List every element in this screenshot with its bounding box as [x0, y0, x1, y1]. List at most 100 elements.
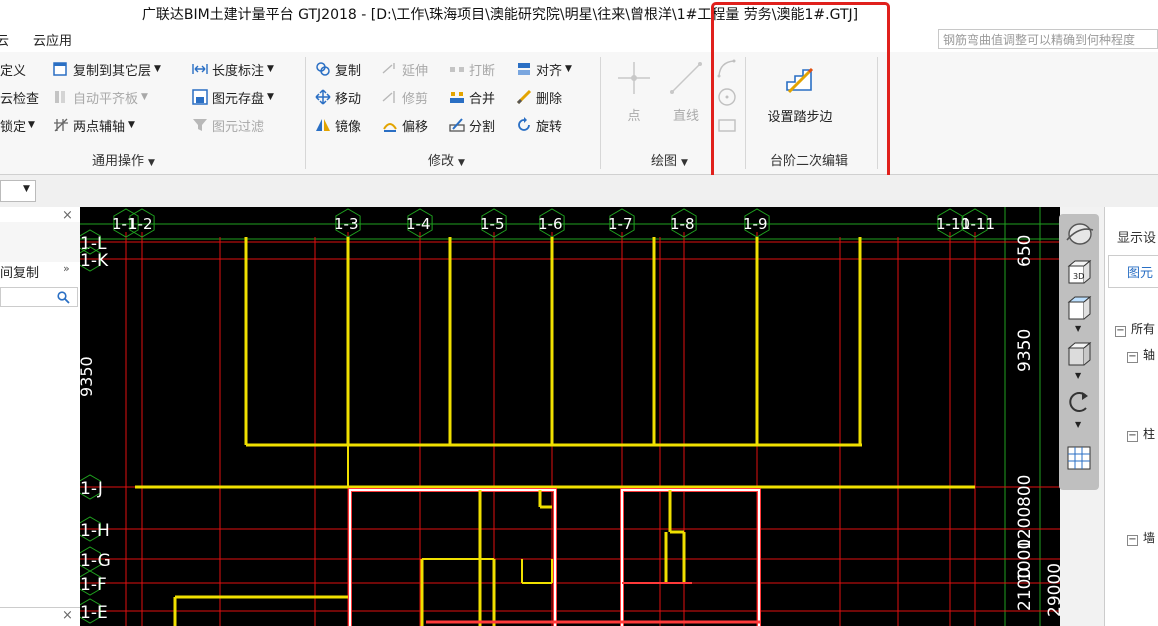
collapse-icon[interactable]: − — [1127, 431, 1138, 442]
property-toolbar — [0, 175, 1158, 207]
delete-button[interactable]: 删除 — [516, 86, 588, 108]
length-icon — [192, 64, 208, 74]
tab-divider — [1108, 287, 1158, 288]
3d-label: 3D — [1073, 272, 1084, 281]
group-dropdown-icon[interactable]: ▼ — [681, 158, 688, 168]
extend-button[interactable]: 延伸 — [382, 58, 449, 80]
dropdown-arrow-icon[interactable]: ▼ — [1075, 324, 1081, 333]
dimension-text: 2100 — [1015, 568, 1035, 611]
trim-button[interactable]: 修剪 — [382, 86, 449, 108]
expand-icon[interactable]: » — [63, 262, 70, 275]
axis-label: 1-3 — [334, 215, 359, 233]
search-input[interactable]: 钢筋弯曲值调整可以精确到何种程度 — [938, 29, 1158, 49]
collapse-icon[interactable]: − — [1127, 535, 1138, 546]
collapse-icon[interactable]: − — [1127, 352, 1138, 363]
floor-select[interactable]: ▼ — [0, 180, 36, 202]
axis-label-left: 1-K — [80, 251, 109, 271]
auto-align-slab-button[interactable]: 自动平齐板 ▼ — [53, 86, 188, 108]
move-icon — [315, 89, 331, 105]
dropdown-arrow-icon: ▼ — [565, 64, 572, 74]
layer-icon[interactable] — [1064, 444, 1094, 472]
mirror-button[interactable]: 镜像 — [315, 114, 382, 136]
tab-elements[interactable]: 图元 — [1108, 255, 1158, 287]
axis-label: 1-7 — [608, 215, 633, 233]
merge-icon — [450, 92, 464, 103]
3d-cube-icon[interactable]: 3D — [1064, 258, 1094, 286]
axis-label: 1-6 — [538, 215, 563, 233]
point-icon — [618, 62, 650, 94]
modify-row-1: 复制 延伸 打断 对齐 ▼ — [315, 58, 595, 80]
group-dropdown-icon[interactable]: ▼ — [148, 158, 155, 168]
axis-label: 1-11 — [961, 215, 995, 233]
search-field[interactable] — [0, 287, 78, 307]
group-label-modify: 修改 ▼ — [428, 154, 465, 169]
tree-item-column[interactable]: − 柱 — [1127, 425, 1155, 442]
modify-row-2: 移动 修剪 合并 删除 — [315, 86, 595, 108]
tree-item-wall[interactable]: − 墙 — [1127, 529, 1155, 546]
dimension-text: 650 — [1015, 235, 1035, 267]
display-settings-title: 显示设 — [1117, 231, 1157, 246]
move-button[interactable]: 移动 — [315, 86, 382, 108]
copy-icon — [316, 62, 330, 76]
two-point-axis-button[interactable]: 两点辅轴 ▼ — [53, 114, 188, 136]
dimension-text: 29000 — [1045, 563, 1060, 617]
dropdown-arrow-icon: ▼ — [267, 92, 274, 102]
cad-drawing[interactable]: 1-11-2 1-3 1-4 1-5 1-6 1-7 1-8 1-9 1-101-111-L1-… — [80, 207, 1060, 626]
tree-item-axis[interactable]: − 轴 — [1127, 346, 1155, 363]
draw-line-button[interactable]: 直线 — [662, 60, 710, 124]
dropdown-arrow-icon: ▼ — [154, 64, 161, 74]
tree-item-all[interactable]: − 所有 — [1115, 320, 1155, 337]
ribbon-col-copy: 复制到其它层 ▼ 自动平齐板 ▼ 两点辅轴 ▼ — [53, 58, 188, 136]
break-button[interactable]: 打断 — [449, 58, 516, 80]
define-button[interactable]: 定义 — [0, 58, 50, 80]
menu-item-partial[interactable]: 云 — [0, 30, 9, 49]
lock-button[interactable]: 锁定 ▼ — [0, 114, 50, 136]
dropdown-arrow-icon[interactable]: ▼ — [1075, 420, 1081, 429]
ribbon-separator — [600, 57, 601, 169]
offset-button[interactable]: 偏移 — [382, 114, 449, 136]
dropdown-arrow-icon: ▼ — [23, 184, 30, 194]
close-icon[interactable]: × — [62, 208, 73, 223]
copy-button[interactable]: 复制 — [315, 58, 382, 80]
title-bar: 广联达BIM土建计量平台 GTJ2018 - [D:\工作\珠海项目\澳能研究院… — [0, 0, 1158, 26]
wall-block-core — [621, 489, 760, 626]
draw-point-button[interactable]: 点 — [612, 60, 656, 124]
dimension-text: 9350 — [1015, 329, 1035, 372]
interlayer-copy-button[interactable]: 间复制 — [0, 262, 39, 281]
element-filter-button[interactable]: 图元过滤 — [192, 114, 302, 136]
mirror-icon — [316, 119, 330, 131]
axis-label-left: 1-G — [80, 551, 111, 571]
dropdown-arrow-icon[interactable]: ▼ — [1075, 371, 1081, 380]
axis-label: 1-5 — [480, 215, 505, 233]
iso-view-icon[interactable] — [1064, 340, 1094, 368]
ribbon-col-define: 定义 云检查 锁定 ▼ — [0, 58, 50, 136]
group-dropdown-icon[interactable]: ▼ — [458, 158, 465, 168]
group-label-common: 通用操作 ▼ — [92, 154, 155, 169]
menu-item-cloud[interactable]: 云应用 — [33, 30, 72, 49]
cloud-check-button[interactable]: 云检查 — [0, 86, 50, 108]
axis-label: 1-2 — [128, 215, 153, 233]
copy-to-layer-button[interactable]: 复制到其它层 ▼ — [53, 58, 188, 80]
rotate-button[interactable]: 旋转 — [516, 114, 588, 136]
axis-label-left: 1-F — [80, 575, 107, 595]
align-button[interactable]: 对齐 ▼ — [516, 58, 588, 80]
top-view-icon[interactable] — [1064, 294, 1094, 322]
rotate-icon[interactable] — [1064, 388, 1094, 416]
save-element-button[interactable]: 图元存盘 ▼ — [192, 86, 302, 108]
offset-icon — [383, 123, 397, 132]
trim-icon — [382, 91, 395, 103]
globe-icon[interactable] — [1064, 220, 1094, 248]
split-button[interactable]: 分割 — [449, 114, 516, 136]
drawing-canvas[interactable]: 1-1 1-2 1-3 1-4 1-5 1-6 1-7 1-8 1-9 1-10 1-11 1-L 1-… — [80, 207, 1060, 626]
ribbon-col-mark: 长度标注 ▼ 图元存盘 ▼ 图元过滤 — [192, 58, 302, 136]
merge-button[interactable]: 合并 — [449, 86, 516, 108]
right-panel: 显示设 图元 − 所有 − 轴 − 柱 − 墙 — [1104, 207, 1158, 626]
close-icon[interactable]: × — [62, 608, 73, 623]
ribbon-modify: 复制 延伸 打断 对齐 ▼ 移动 修剪 合并 删除 镜像 偏移 分割 旋转 — [315, 58, 595, 136]
axis-label-left: 1-J — [80, 479, 103, 499]
left-panel-toolbar — [0, 222, 80, 262]
collapse-icon[interactable]: − — [1115, 326, 1126, 337]
length-mark-button[interactable]: 长度标注 ▼ — [192, 58, 302, 80]
align-icon — [518, 63, 530, 75]
axis-label: 1-4 — [406, 215, 431, 233]
